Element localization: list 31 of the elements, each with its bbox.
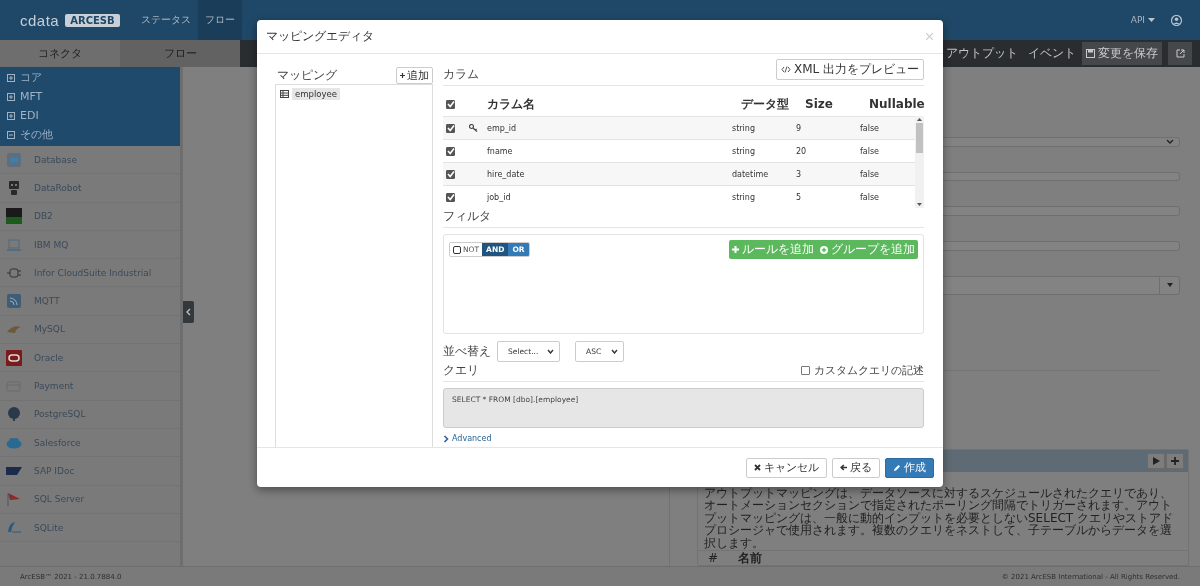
- table-cell-text: 20: [796, 146, 808, 156]
- table-cell-text: 5: [796, 192, 803, 202]
- dialog-title: マッピングエディタ: [266, 28, 374, 45]
- logo-badge: ARCESB: [65, 13, 120, 27]
- table-cell-text: 3: [796, 169, 803, 179]
- sort-label: 並べ替え: [443, 342, 492, 360]
- column-header: データ型: [741, 95, 790, 113]
- section-label: クエリ: [443, 362, 479, 379]
- column-header: Nullable: [869, 97, 924, 111]
- table-cell-text: 9: [796, 123, 803, 133]
- table-cell-text: string: [732, 192, 756, 202]
- table-cell-text: false: [860, 146, 881, 156]
- table-cell-text: datetime: [732, 169, 770, 179]
- section-label: マッピング: [277, 66, 337, 84]
- column-header: カラム名: [487, 95, 536, 113]
- table-cell-text: false: [860, 192, 881, 202]
- section-label: カラム: [443, 66, 479, 83]
- checkbox-label: カスタムクエリの記述: [814, 363, 924, 378]
- table-cell-text: fname: [487, 146, 514, 156]
- column-header: #: [708, 551, 719, 565]
- table-cell-text: string: [732, 123, 756, 133]
- table-cell-text: false: [860, 169, 881, 179]
- table-cell-text: false: [860, 123, 881, 133]
- section-label: フィルタ: [443, 208, 491, 225]
- table-cell-text: hire_date: [487, 169, 526, 179]
- column-header: 名前: [738, 551, 763, 565]
- table-cell-text: string: [732, 146, 756, 156]
- table-cell-text: emp_id: [487, 123, 518, 133]
- logo-text: cdata: [20, 11, 60, 29]
- column-header: Size: [805, 97, 834, 111]
- table-cell-text: job_id: [487, 192, 512, 202]
